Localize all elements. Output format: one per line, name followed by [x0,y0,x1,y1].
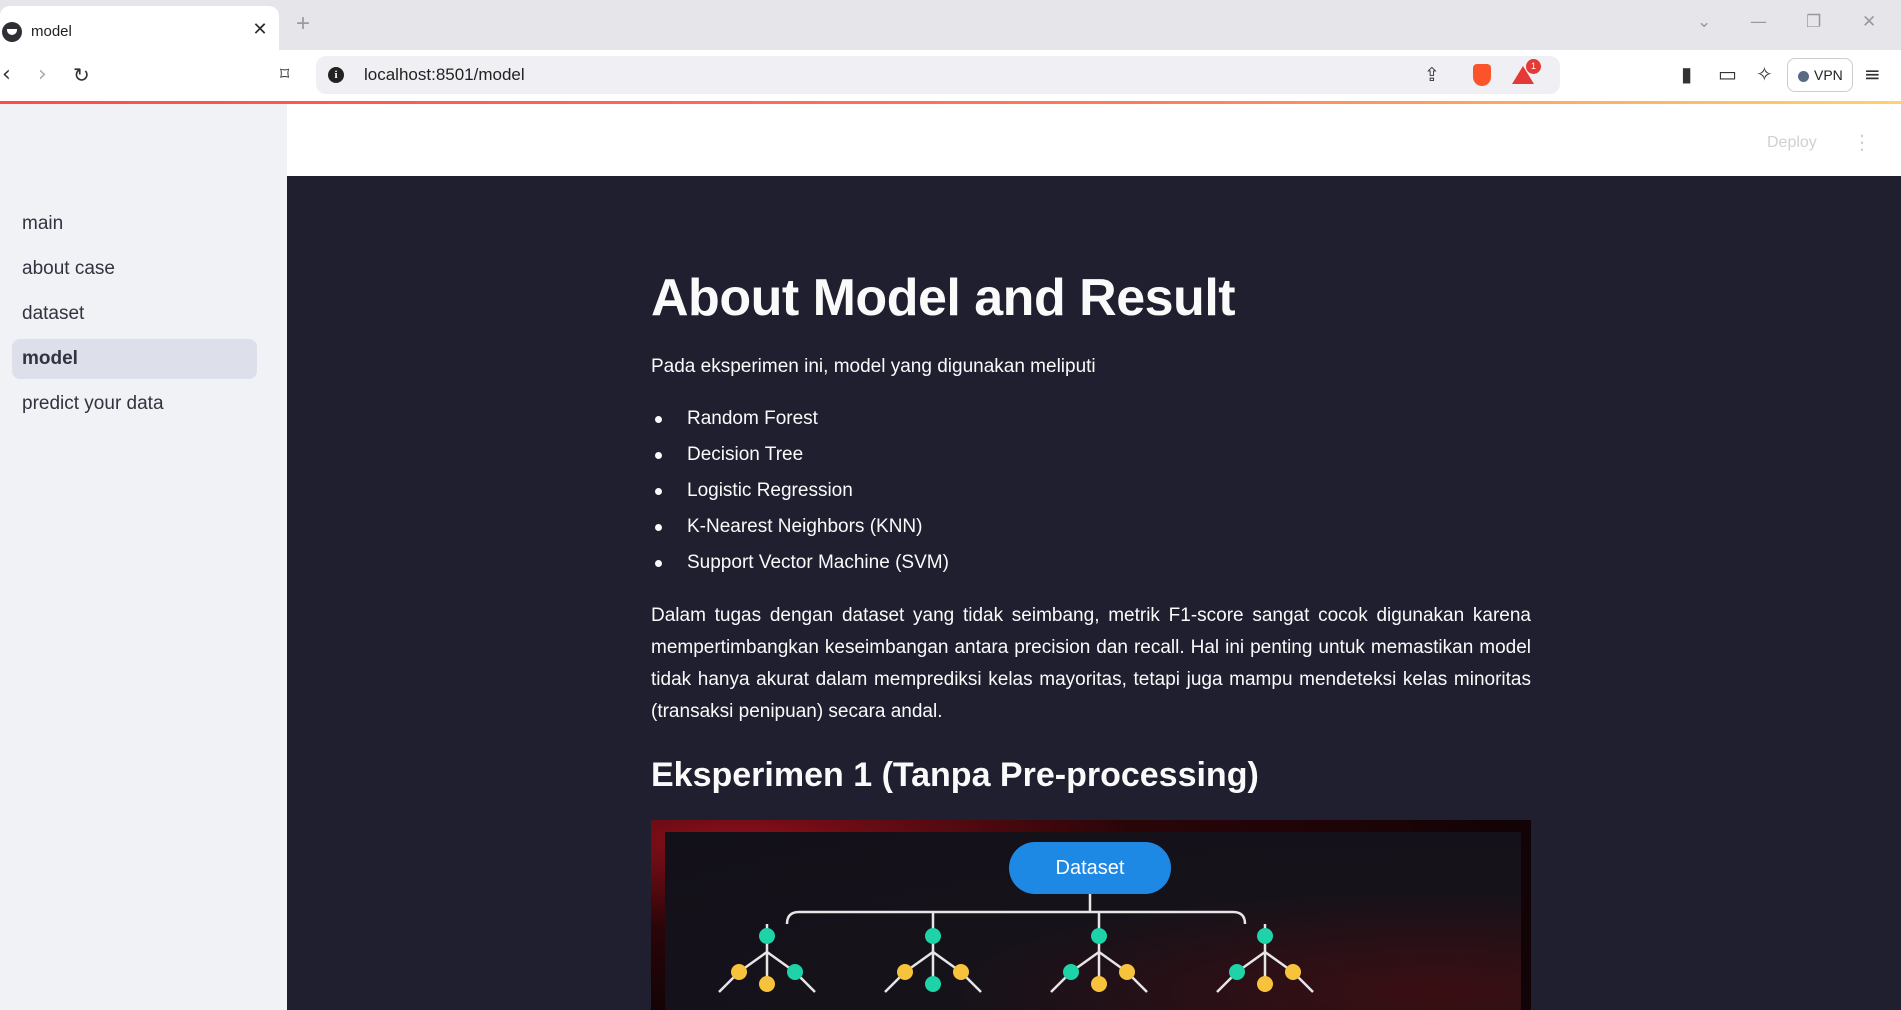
sidebar-toggle-icon[interactable]: ▮ [1681,62,1692,86]
vpn-label: VPN [1814,67,1843,83]
tree-node [1091,928,1107,944]
tree-node [925,928,941,944]
list-item: K-Nearest Neighbors (KNN) [651,509,949,545]
tree-node [1229,964,1245,980]
sidebar-item-about-case[interactable]: about case [12,249,257,289]
list-item: Decision Tree [651,437,949,473]
vpn-button[interactable]: VPN [1787,58,1853,92]
list-item: Logistic Regression [651,473,949,509]
forward-icon[interactable]: › [38,62,47,87]
section-heading: Eksperimen 1 (Tanpa Pre-processing) [651,756,1259,794]
browser-tab-active[interactable]: model ✕ [0,6,279,50]
tree-node [1091,976,1107,992]
more-options-icon[interactable]: ⋮ [1852,130,1872,154]
tab-search-chevron-icon[interactable]: ⌄ [1697,12,1711,32]
tree-node [1063,964,1079,980]
browser-tab-bar: model ✕ + ⌄ — ❐ ✕ [0,0,1901,50]
url-text[interactable]: localhost:8501/model [364,65,525,85]
minimize-icon[interactable]: — [1750,12,1767,32]
tree-node [1119,964,1135,980]
site-info-icon[interactable]: i [328,67,344,83]
brave-shields-icon[interactable] [1473,64,1491,86]
list-item: Random Forest [651,401,949,437]
tree-node [1257,976,1273,992]
random-forest-diagram-image: Dataset [651,820,1531,1010]
app-sidebar: main about case dataset model predict yo… [0,104,287,1010]
tree-node [787,964,803,980]
browser-toolbar: ‹ › ↻ ⌑ i localhost:8501/model ⇪ 1 ▮ ▭ ✧… [0,50,1901,102]
close-tab-icon[interactable]: ✕ [250,19,270,43]
wallet-icon[interactable]: ▭ [1718,62,1737,86]
sidebar-item-main[interactable]: main [12,204,257,244]
sidebar-item-predict-your-data[interactable]: predict your data [12,384,257,424]
tree-node [953,964,969,980]
share-icon[interactable]: ⇪ [1424,64,1440,86]
tree-node [759,976,775,992]
menu-icon[interactable]: ≡ [1864,62,1881,86]
main-content-area: About Model and Result Pada eksperimen i… [287,176,1901,1010]
model-list: Random Forest Decision Tree Logistic Reg… [651,401,949,581]
restore-icon[interactable]: ❐ [1806,12,1821,32]
streamlit-favicon-icon [2,22,22,42]
tree-node [1285,964,1301,980]
intro-text: Pada eksperimen ini, model yang digunaka… [651,356,1096,377]
app-header: Deploy ⋮ [287,104,1901,176]
close-window-icon[interactable]: ✕ [1862,12,1876,32]
reload-icon[interactable]: ↻ [73,63,90,87]
tree-node [759,928,775,944]
f1-explanation-paragraph: Dalam tugas dengan dataset yang tidak se… [651,605,1531,722]
tree-node [925,976,941,992]
leo-ai-icon[interactable]: ✧ [1756,62,1773,86]
bookmark-icon[interactable]: ⌑ [280,64,289,85]
tree-node [1257,928,1273,944]
notification-badge: 1 [1526,59,1541,74]
page-title: About Model and Result [651,269,1236,327]
new-tab-icon[interactable]: + [296,10,310,38]
tree-node [731,964,747,980]
deploy-button[interactable]: Deploy [1767,134,1817,152]
tree-node [897,964,913,980]
vpn-status-icon [1798,71,1809,82]
diagram-panel: Dataset [665,832,1521,1010]
address-bar[interactable]: i localhost:8501/model ⇪ 1 [316,56,1560,94]
back-icon[interactable]: ‹ [2,62,11,87]
sidebar-item-dataset[interactable]: dataset [12,294,257,334]
list-item: Support Vector Machine (SVM) [651,545,949,581]
sidebar-item-model[interactable]: model [12,339,257,379]
diagram-trees [718,894,1314,993]
tab-title: model [31,23,72,40]
